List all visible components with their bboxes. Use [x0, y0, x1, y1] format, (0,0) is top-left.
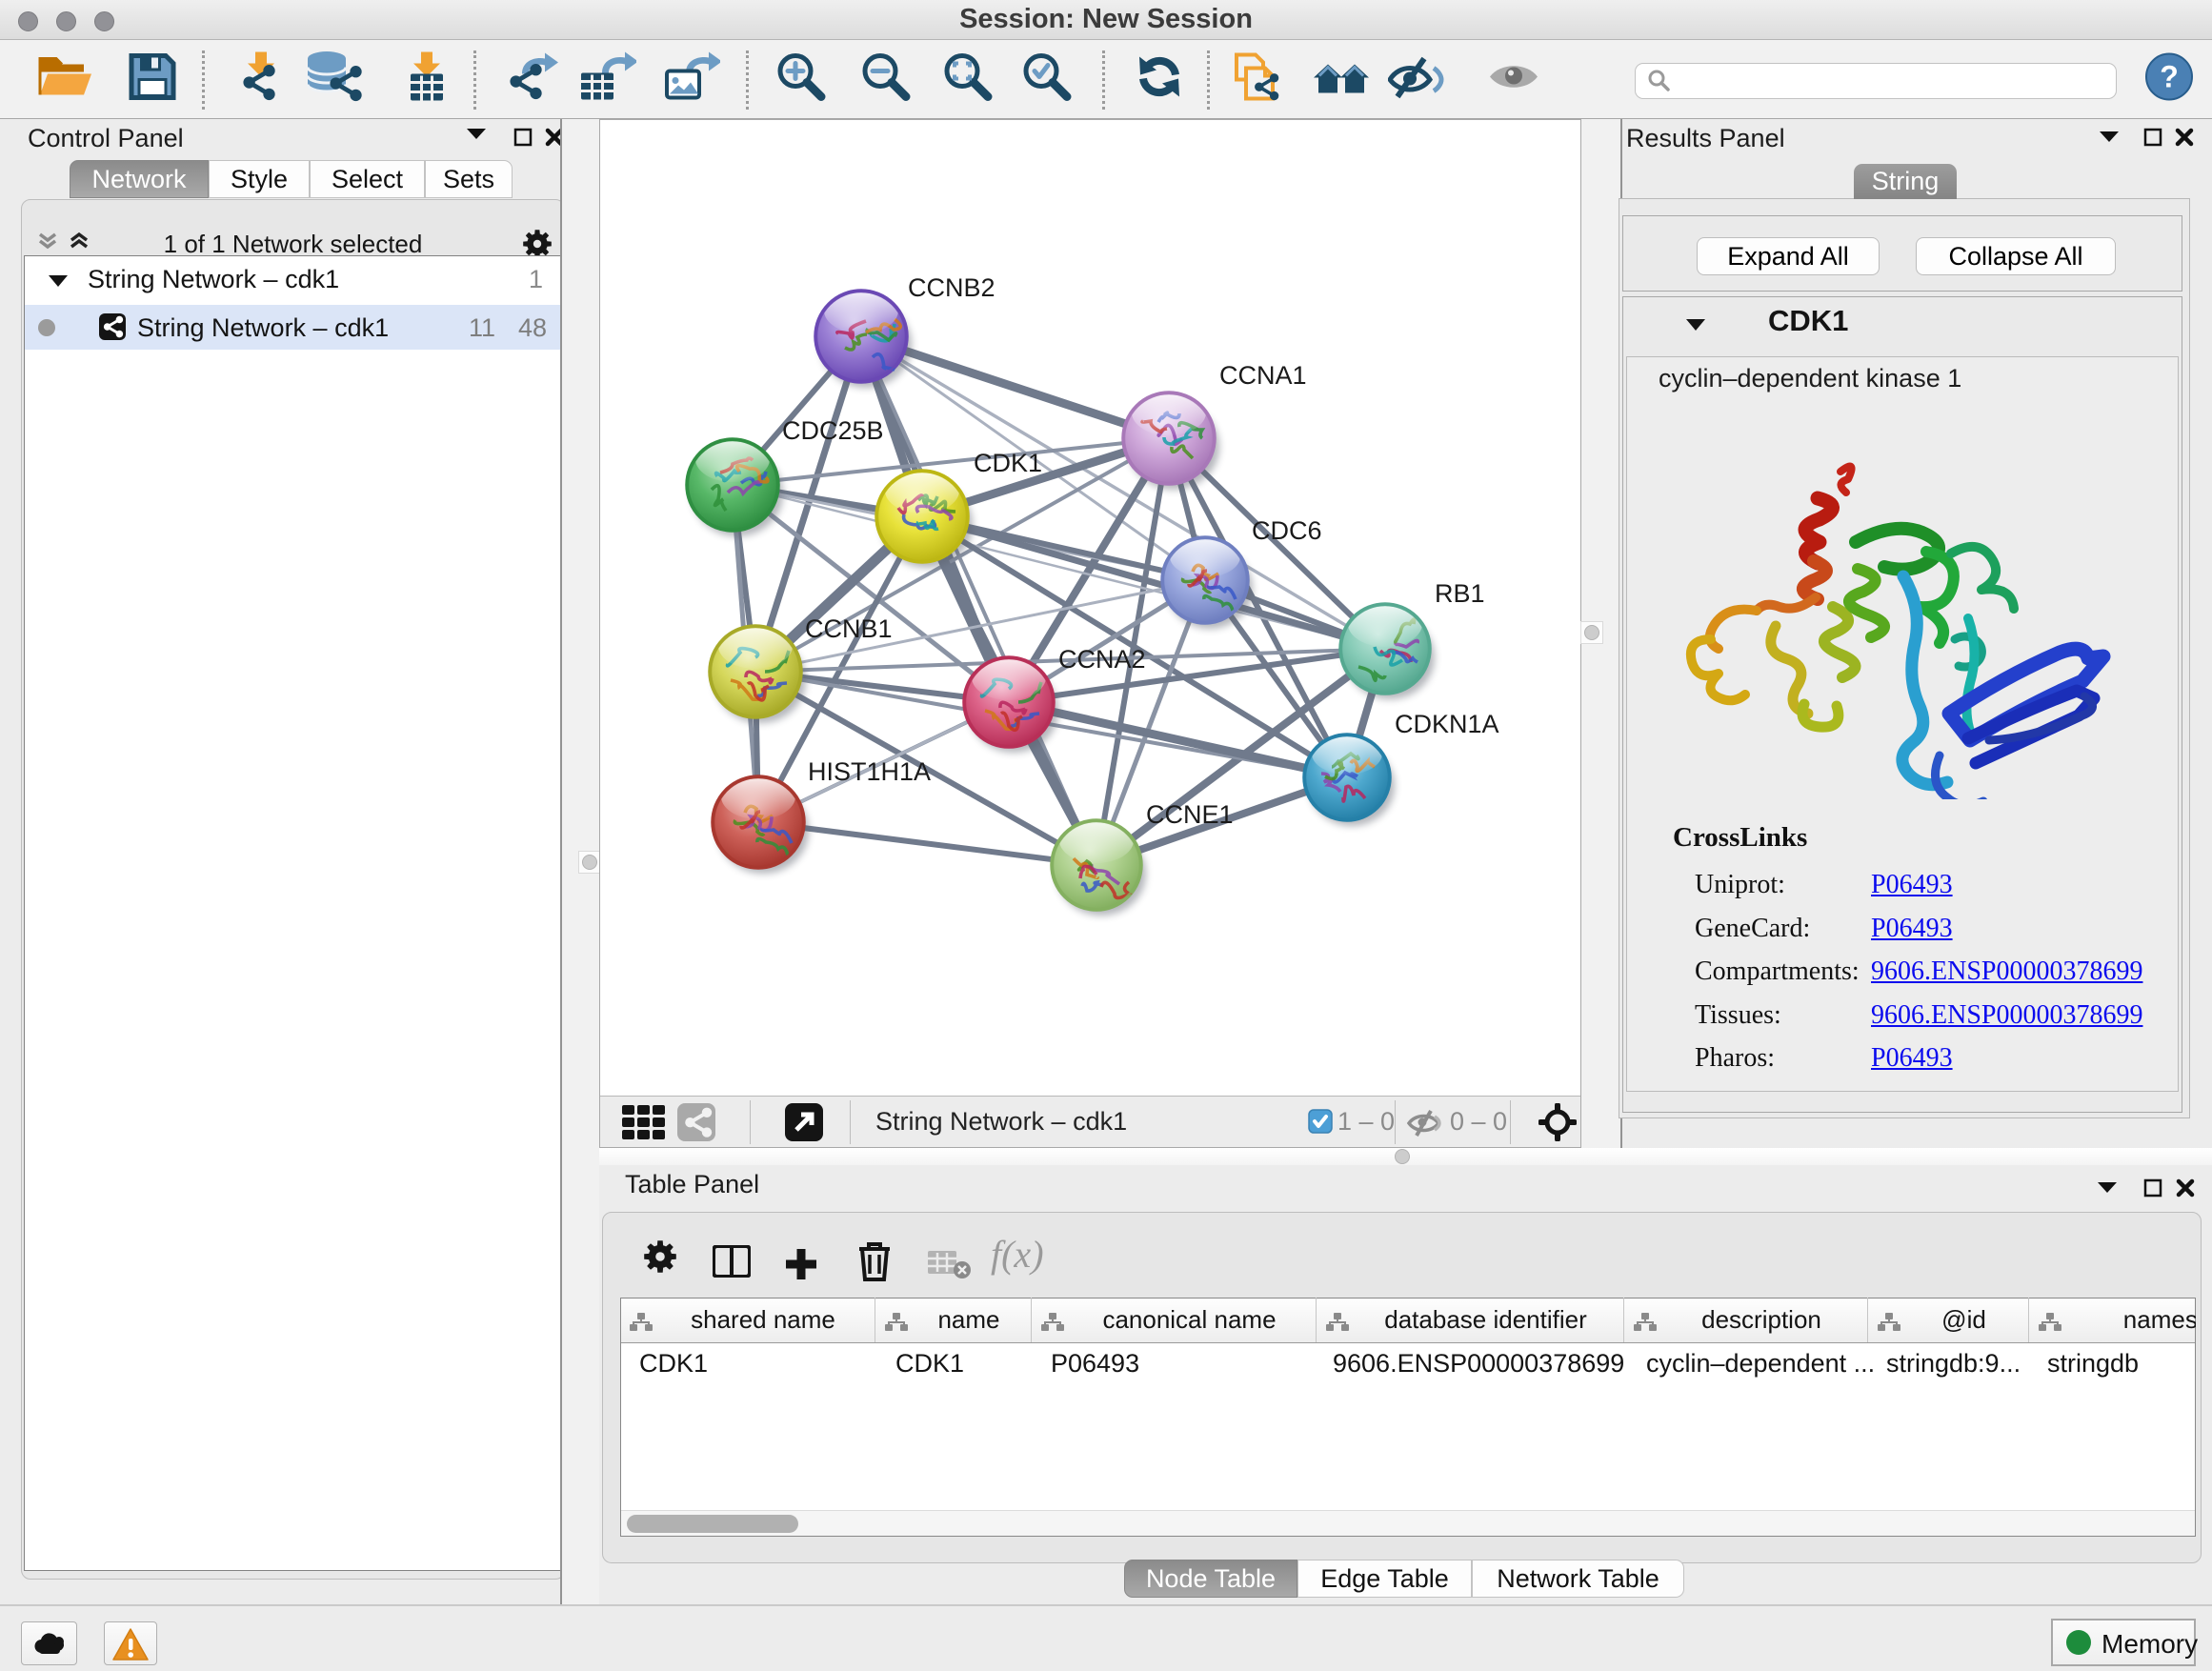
svg-text:CDK1: CDK1 — [974, 449, 1042, 477]
svg-text:CCNB1: CCNB1 — [805, 614, 893, 643]
svg-text:CCNA1: CCNA1 — [1219, 361, 1307, 390]
svg-text:CCNA2: CCNA2 — [1058, 645, 1146, 674]
svg-text:CDC6: CDC6 — [1252, 516, 1322, 545]
svg-text:HIST1H1A: HIST1H1A — [808, 757, 931, 786]
svg-text:CCNB2: CCNB2 — [908, 273, 995, 302]
svg-text:CCNE1: CCNE1 — [1146, 800, 1234, 829]
svg-text:CDKN1A: CDKN1A — [1395, 710, 1499, 738]
svg-text:RB1: RB1 — [1435, 579, 1485, 608]
svg-text:CDC25B: CDC25B — [782, 416, 884, 445]
svg-text:?: ? — [2160, 60, 2179, 94]
